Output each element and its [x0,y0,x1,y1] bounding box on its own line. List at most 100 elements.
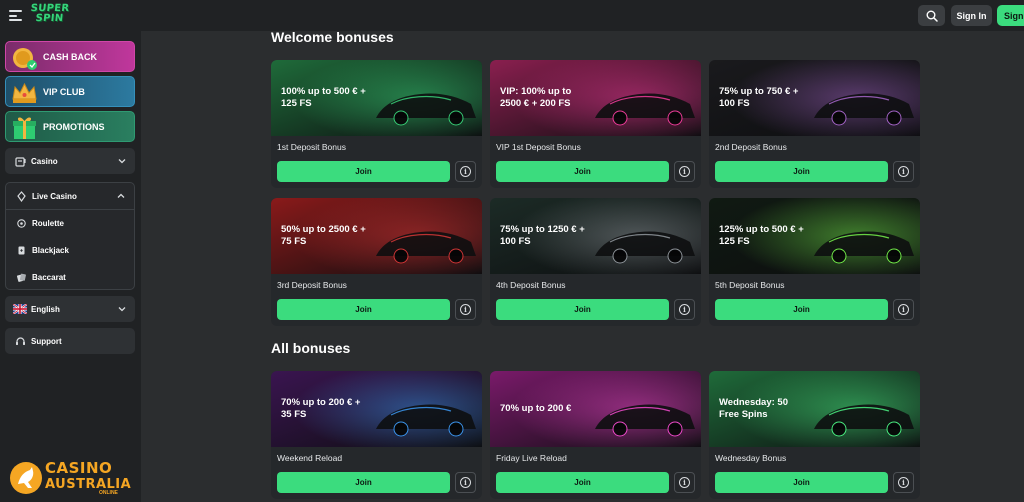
bonus-card-image: 125% up to 500 € + 125 FS [709,198,920,274]
bonus-card-name: 1st Deposit Bonus [277,142,346,152]
sidebar-subitem-label: Baccarat [32,273,66,282]
chevron-down-icon [118,307,126,312]
join-button[interactable]: Join [715,161,888,182]
bonus-card-name: Weekend Reload [277,453,343,463]
join-button[interactable]: Join [277,161,450,182]
menu-toggle-icon[interactable] [9,10,22,21]
bonus-card: Wednesday: 50 Free Spins Wednesday Bonus J… [709,371,920,499]
bonus-card-image: VIP: 100% up to 2500 € + 200 FS [490,60,701,136]
watermark-line-2: AUSTRALIA [45,477,132,492]
sidebar-subitem-blackjack[interactable]: Blackjack [6,237,134,264]
logo-line-2: SPIN [34,13,64,24]
sidebar-promo-label: CASH BACK [43,51,97,62]
bonus-card-image: 75% up to 750 € + 100 FS [709,60,920,136]
bonus-card-image: 75% up to 1250 € + 100 FS [490,198,701,274]
bonus-card: 75% up to 1250 € + 100 FS 4th Deposit Bon… [490,198,701,326]
bonus-card-image: 70% up to 200 € + 35 FS [271,371,482,447]
chevron-down-icon [118,159,126,164]
bonus-card: 70% up to 200 € Friday Live Reload Join i [490,371,701,499]
join-button[interactable]: Join [277,472,450,493]
support-label: Support [31,336,62,346]
bonus-card-image: 70% up to 200 € [490,371,701,447]
bonus-card-headline: 50% up to 2500 € + 75 FS [281,224,366,247]
info-button[interactable]: i [893,299,914,320]
bonus-card: VIP: 100% up to 2500 € + 200 FS VIP 1st D… [490,60,701,188]
crown-icon [12,82,37,103]
join-button[interactable]: Join [496,299,669,320]
sign-up-button[interactable]: Sign [997,5,1024,26]
join-button[interactable]: Join [496,161,669,182]
language-label: English [31,304,60,314]
site-logo[interactable]: SUPER SPIN [29,3,70,24]
join-button[interactable]: Join [715,472,888,493]
info-button[interactable]: i [455,299,476,320]
info-button[interactable]: i [893,161,914,182]
bonus-card-image: 100% up to 500 € + 125 FS [271,60,482,136]
sidebar-promo-label: VIP CLUB [43,86,85,97]
info-button[interactable]: i [455,161,476,182]
info-icon: i [679,477,690,488]
info-icon: i [460,477,471,488]
sidebar-item-label: Casino [31,156,58,166]
sidebar-subitem-baccarat[interactable]: Baccarat [6,264,134,291]
headset-icon [16,336,25,345]
info-button[interactable]: i [674,161,695,182]
bonus-card-headline: 70% up to 200 € [500,403,572,414]
support-button[interactable]: Support [5,328,135,354]
watermark-line-1: CASINO [45,459,113,477]
sidebar-item-live-casino: Live Casino Roulette Blackjack Baccarat [5,182,135,290]
search-button[interactable] [918,5,945,26]
info-button[interactable]: i [674,299,695,320]
chevron-up-icon [117,193,125,198]
welcome-bonuses-title: Welcome bonuses [271,29,394,45]
info-icon: i [460,304,471,315]
info-icon: i [898,304,909,315]
uk-flag-icon [13,304,27,314]
bonus-card-name: 4th Deposit Bonus [496,280,566,290]
bonus-card-headline: 70% up to 200 € + 35 FS [281,397,361,420]
sidebar-subitem-label: Blackjack [32,246,69,255]
top-bar: SUPER SPIN Sign In Sign [0,0,1024,31]
bonus-card: 100% up to 500 € + 125 FS 1st Deposit Bon… [271,60,482,188]
bonus-card-headline: 100% up to 500 € + 125 FS [281,86,366,109]
info-button[interactable]: i [893,472,914,493]
live-casino-header[interactable]: Live Casino [6,183,134,210]
info-icon: i [898,477,909,488]
bonus-card: 125% up to 500 € + 125 FS 5th Deposit Bon… [709,198,920,326]
bonus-card-name: Wednesday Bonus [715,453,787,463]
cards-icon [18,246,25,255]
info-icon: i [898,166,909,177]
join-button[interactable]: Join [715,299,888,320]
sidebar-promo-cashback[interactable]: CASH BACK [5,41,135,72]
info-icon: i [460,166,471,177]
sign-in-button[interactable]: Sign In [951,5,992,26]
bonus-card-name: Friday Live Reload [496,453,567,463]
bonus-card-image: 50% up to 2500 € + 75 FS [271,198,482,274]
sidebar-item-casino[interactable]: Casino [5,148,135,174]
sidebar-promo-vip[interactable]: VIP CLUB [5,76,135,107]
gift-icon [13,117,36,139]
sidebar-subitem-roulette[interactable]: Roulette [6,210,134,237]
info-icon: i [679,304,690,315]
language-selector[interactable]: English [5,296,135,322]
sidebar-item-label: Live Casino [32,191,77,201]
info-button[interactable]: i [674,472,695,493]
sidebar-promo-promotions[interactable]: PROMOTIONS [5,111,135,142]
bonus-card-headline: Wednesday: 50 Free Spins [719,397,788,420]
join-button[interactable]: Join [496,472,669,493]
bonus-card-headline: 125% up to 500 € + 125 FS [719,224,804,247]
info-icon: i [679,166,690,177]
bonus-card: 50% up to 2500 € + 75 FS 3rd Deposit Bonu… [271,198,482,326]
bonus-card-name: 3rd Deposit Bonus [277,280,347,290]
info-button[interactable]: i [455,472,476,493]
search-icon [926,10,938,22]
bonus-card: 70% up to 200 € + 35 FS Weekend Reload Joi… [271,371,482,499]
cashback-icon [13,48,37,70]
bonus-card-headline: VIP: 100% up to 2500 € + 200 FS [500,86,572,109]
sidebar-promo-label: PROMOTIONS [43,121,105,132]
all-bonuses-title: All bonuses [271,340,351,356]
bonus-card-headline: 75% up to 1250 € + 100 FS [500,224,585,247]
sidebar-subitem-label: Roulette [32,219,64,228]
join-button[interactable]: Join [277,299,450,320]
slot-machine-icon [15,156,26,167]
